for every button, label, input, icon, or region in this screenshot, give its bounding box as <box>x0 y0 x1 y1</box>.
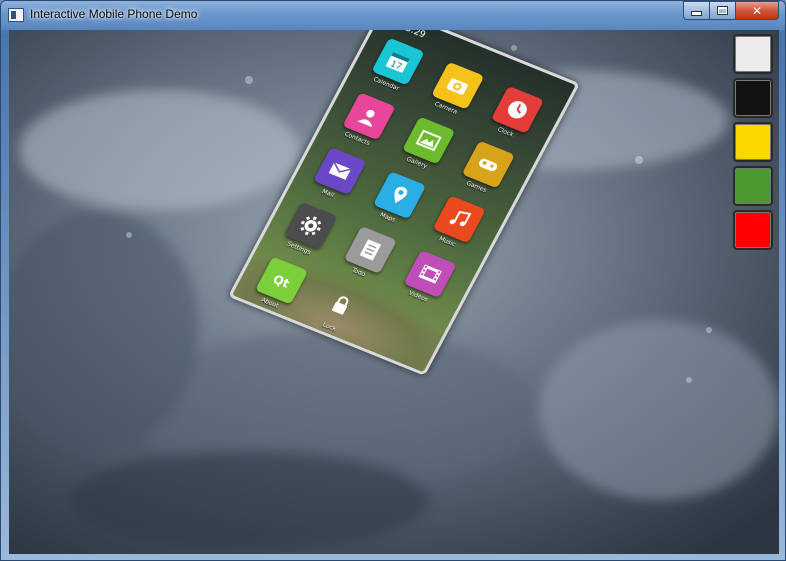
app-settings[interactable]: Settings <box>272 199 345 262</box>
app-todo[interactable]: Todo <box>332 223 405 286</box>
app-camera[interactable]: Camera <box>419 59 492 122</box>
app-videos[interactable]: Videos <box>391 247 464 310</box>
app-contacts[interactable]: Contacts <box>330 89 403 152</box>
app-about[interactable]: Qt About <box>243 254 316 317</box>
app-music[interactable]: Music <box>420 192 493 255</box>
app-calendar[interactable]: 17 Calendar <box>359 35 432 98</box>
window-title: Interactive Mobile Phone Demo <box>30 7 198 21</box>
title-bar[interactable]: Interactive Mobile Phone Demo ✕ <box>1 1 785 30</box>
svg-text:Qt: Qt <box>270 272 292 290</box>
maximize-button[interactable] <box>709 1 735 20</box>
scene-viewport[interactable]: 17:45:29 17CalendarCameraClockContactsGa… <box>9 30 779 554</box>
app-maps[interactable]: Maps <box>361 168 434 231</box>
app-games[interactable]: Games <box>450 138 523 201</box>
close-button[interactable]: ✕ <box>735 1 779 20</box>
swatch-black[interactable] <box>733 78 773 118</box>
color-swatch-panel <box>733 34 777 254</box>
window-controls: ✕ <box>683 1 779 21</box>
app-window: Interactive Mobile Phone Demo ✕ 17 Calen… <box>0 0 786 561</box>
maximize-icon <box>717 6 728 15</box>
swatch-yellow[interactable] <box>733 122 773 162</box>
close-icon: ✕ <box>751 3 763 18</box>
app-lock[interactable]: Lock <box>303 278 376 341</box>
swatch-red[interactable] <box>733 210 773 250</box>
minimize-icon <box>691 11 702 16</box>
app-clock[interactable]: Clock <box>479 83 552 146</box>
minimize-button[interactable] <box>683 1 709 20</box>
app-mail[interactable]: Mail <box>301 144 374 207</box>
window-app-icon[interactable] <box>8 8 24 22</box>
app-gallery[interactable]: Gallery <box>390 113 463 176</box>
swatch-green[interactable] <box>733 166 773 206</box>
swatch-white[interactable] <box>733 34 773 74</box>
